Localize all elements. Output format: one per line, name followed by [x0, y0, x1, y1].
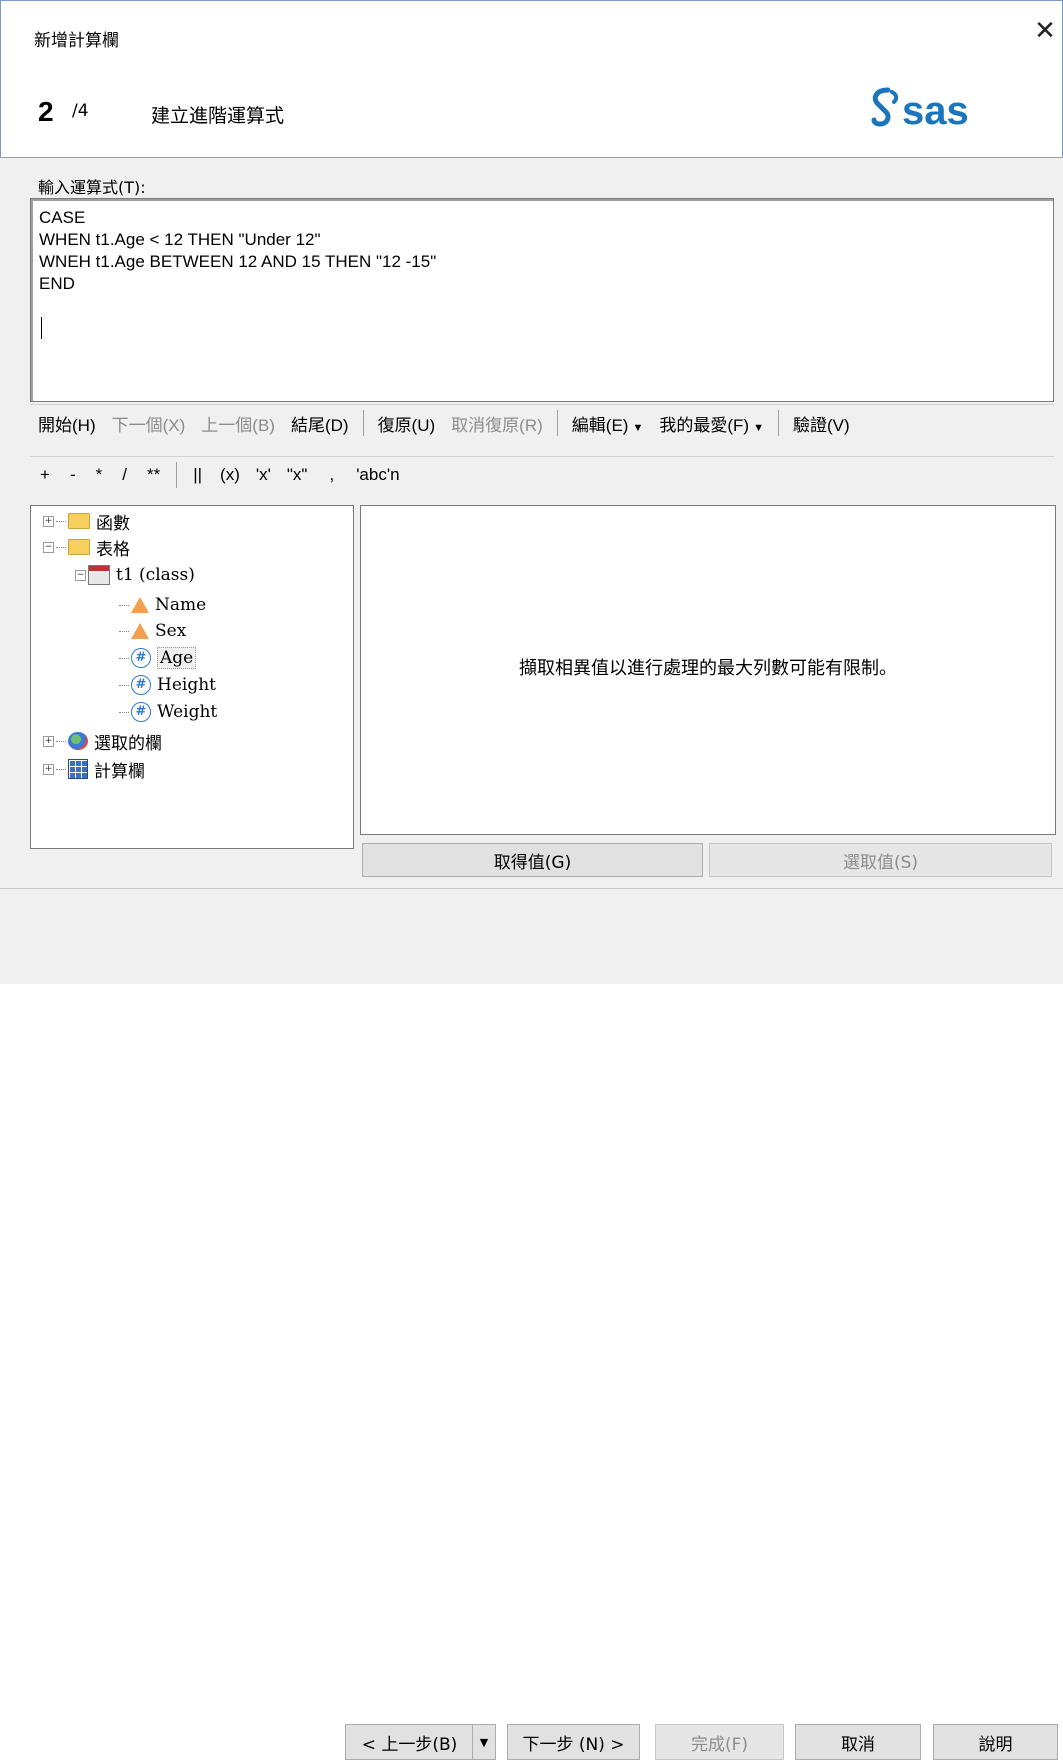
tree-item-label: 函數 [96, 513, 130, 534]
cancel-button[interactable]: 取消 [795, 1724, 921, 1760]
finish-button[interactable]: 完成(F) [655, 1724, 784, 1760]
numeric-column-icon: # [131, 648, 151, 668]
tree-item-selected-columns[interactable]: + 選取的欄 [43, 728, 162, 754]
tree-connector [119, 657, 129, 659]
expand-icon[interactable]: + [43, 515, 54, 527]
expand-icon[interactable]: + [43, 763, 54, 775]
operator-toolbar: + - * / ** || (x) 'x' "x" , 'abc'n [30, 456, 1054, 493]
navigation-toolbar: 開始(H) 下一個(X) 上一個(B) 結尾(D) 復原(U) 取消復原(R) … [30, 404, 1054, 441]
single-quote-button[interactable]: 'x' [248, 465, 279, 485]
edit-label: 編輯(E) [571, 415, 629, 435]
tree-item-column[interactable]: Name [119, 592, 206, 618]
element-tree[interactable]: + 函數 − 表格 − t1 (class) Name Sex # Age # … [30, 505, 354, 849]
toolbar-separator [176, 462, 178, 488]
numeric-column-icon: # [131, 675, 151, 695]
tree-connector [56, 520, 66, 522]
back-label: < 上一步(B) [361, 1734, 458, 1755]
previous-button[interactable]: 上一個(B) [193, 411, 283, 436]
comma-button[interactable]: , [315, 465, 348, 485]
tree-item-functions[interactable]: + 函數 [43, 508, 130, 534]
power-operator-button[interactable]: ** [137, 465, 170, 485]
name-literal-button[interactable]: 'abc'n [348, 465, 407, 485]
folder-icon [68, 539, 90, 555]
tree-item-computed-columns[interactable]: + 計算欄 [43, 756, 145, 782]
concat-operator-button[interactable]: || [183, 465, 212, 485]
tree-connector [119, 630, 129, 632]
text-caret [41, 317, 42, 339]
tree-item-column[interactable]: Sex [119, 618, 186, 644]
chevron-down-icon[interactable]: ▼ [472, 1725, 495, 1759]
close-icon[interactable]: ✕ [1030, 16, 1060, 46]
calculator-icon [68, 759, 88, 779]
back-button[interactable]: < 上一步(B) ▼ [345, 1724, 496, 1760]
logo-text: sas [902, 89, 969, 133]
tree-connector [119, 711, 129, 713]
tree-item-label: Height [157, 675, 216, 695]
next-button[interactable]: 下一步 (N) > [507, 1724, 640, 1760]
tree-item-label: 選取的欄 [94, 733, 162, 754]
select-value-button[interactable]: 選取值(S) [709, 843, 1052, 877]
tree-item-column[interactable]: # Age [119, 645, 197, 671]
tree-item-tables[interactable]: − 表格 [43, 534, 130, 560]
step-total: /4 [72, 101, 89, 121]
character-column-icon [131, 623, 149, 639]
get-values-button[interactable]: 取得值(G) [362, 843, 703, 877]
footer-area: < 上一步(B) ▼ 下一步 (N) > 完成(F) 取消 說明 [0, 889, 1063, 1760]
tree-item-table-t1[interactable]: − t1 (class) [75, 562, 195, 588]
tree-item-column[interactable]: # Height [119, 672, 216, 698]
multiply-operator-button[interactable]: * [86, 465, 113, 485]
favorites-label: 我的最愛(F) [659, 415, 750, 435]
undo-button[interactable]: 復原(U) [370, 411, 444, 436]
divide-operator-button[interactable]: / [112, 465, 137, 485]
minus-operator-button[interactable]: - [60, 465, 86, 485]
chevron-down-icon: ▼ [753, 421, 764, 434]
end-button[interactable]: 結尾(D) [283, 411, 357, 436]
window-title: 新增計算欄 [34, 31, 119, 51]
table-icon [88, 565, 110, 585]
validate-button[interactable]: 驗證(V) [785, 411, 858, 436]
edit-menu-button[interactable]: 編輯(E) ▼ [564, 411, 652, 436]
plus-operator-button[interactable]: + [30, 465, 60, 485]
tree-item-label: Weight [157, 702, 218, 722]
collapse-icon[interactable]: − [75, 569, 86, 581]
values-message: 擷取相異值以進行處理的最大列數可能有限制。 [519, 658, 897, 679]
tree-connector [119, 684, 129, 686]
favorites-menu-button[interactable]: 我的最愛(F) ▼ [651, 411, 772, 436]
next-button[interactable]: 下一個(X) [104, 411, 194, 436]
expand-icon[interactable]: + [43, 735, 54, 747]
toolbar-separator [777, 410, 779, 436]
tree-item-column[interactable]: # Weight [119, 699, 217, 725]
start-button[interactable]: 開始(H) [30, 411, 104, 436]
parentheses-button[interactable]: (x) [212, 465, 248, 485]
step-title: 建立進階運算式 [151, 105, 285, 127]
collapse-icon[interactable]: − [43, 541, 54, 553]
tree-connector [56, 546, 66, 548]
tree-item-label: Age [157, 647, 197, 669]
chevron-down-icon: ▼ [632, 421, 644, 434]
expression-editor[interactable]: CASE WHEN t1.Age < 12 THEN "Under 12" WN… [30, 198, 1054, 402]
help-button[interactable]: 說明 [933, 1724, 1058, 1760]
expression-label: 輸入運算式(T): [38, 178, 146, 197]
toolbar-separator [362, 410, 364, 436]
character-column-icon [131, 597, 149, 613]
tree-item-label: Name [155, 595, 207, 615]
double-quote-button[interactable]: "x" [279, 465, 316, 485]
folder-icon [68, 513, 90, 529]
step-current: 2 [38, 96, 54, 127]
tree-connector [119, 604, 129, 606]
selected-columns-icon [68, 732, 88, 750]
numeric-column-icon: # [131, 702, 151, 722]
sas-logo: sas [871, 87, 969, 133]
tree-connector [56, 768, 66, 770]
tree-item-label: t1 (class) [116, 565, 195, 585]
redo-button[interactable]: 取消復原(R) [443, 411, 551, 436]
tree-item-label: Sex [155, 621, 187, 641]
values-panel: 擷取相異值以進行處理的最大列數可能有限制。 [360, 505, 1056, 835]
tree-item-label: 計算欄 [94, 761, 145, 782]
toolbar-separator [556, 410, 558, 436]
tree-item-label: 表格 [96, 539, 130, 560]
expression-text[interactable]: CASE WHEN t1.Age < 12 THEN "Under 12" WN… [39, 207, 436, 295]
tree-connector [56, 740, 66, 742]
